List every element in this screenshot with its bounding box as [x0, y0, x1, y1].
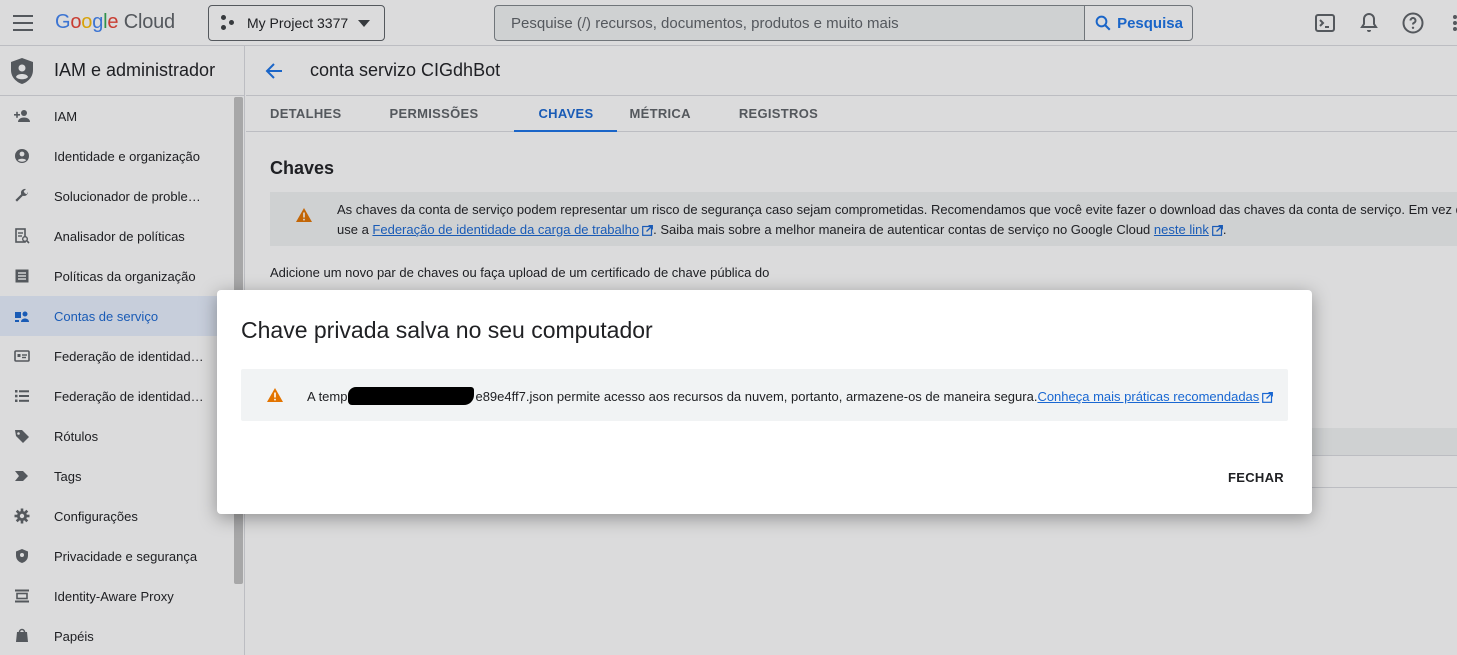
- dialog-message-end: e89e4ff7.json permite acesso aos recurso…: [475, 389, 1038, 404]
- dialog-warning: A temp e89e4ff7.json permite acesso aos r…: [241, 369, 1288, 421]
- external-link-icon: [1262, 392, 1274, 403]
- best-practices-link[interactable]: Conheça mais práticas recomendadas: [1037, 389, 1259, 404]
- private-key-saved-dialog: Chave privada salva no seu computador A …: [217, 290, 1312, 514]
- warning-icon: [267, 388, 283, 402]
- dialog-warning-text: A temp e89e4ff7.json permite acesso aos r…: [307, 387, 1274, 405]
- close-button[interactable]: FECHAR: [1228, 470, 1284, 485]
- dialog-message-start: A temp: [307, 389, 348, 404]
- dialog-title: Chave privada salva no seu computador: [241, 317, 653, 343]
- redacted-filename: [348, 387, 475, 405]
